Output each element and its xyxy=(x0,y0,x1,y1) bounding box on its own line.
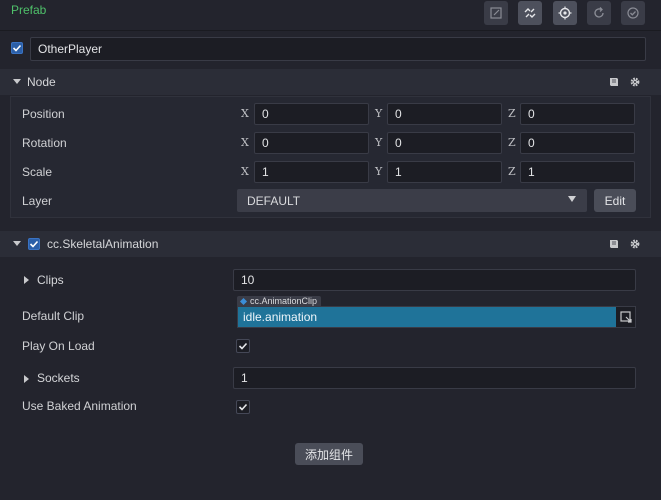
scale-y-input[interactable]: 1 xyxy=(387,161,502,183)
play-on-load-checkbox[interactable] xyxy=(236,339,250,353)
rotation-y-input[interactable]: 0 xyxy=(387,132,502,154)
asset-picker-icon[interactable] xyxy=(619,310,633,324)
scale-z-value: 1 xyxy=(528,165,535,179)
position-y-axis-label: Y xyxy=(375,107,383,120)
default-clip-asset[interactable]: idle.animation xyxy=(238,307,616,327)
rotation-y-value: 0 xyxy=(395,136,402,150)
apply-icon xyxy=(627,7,639,19)
dropdown-arrow-icon[interactable] xyxy=(568,196,576,202)
unlink-button[interactable] xyxy=(518,1,542,25)
node-section-title: Node xyxy=(27,75,56,89)
layer-label: Layer xyxy=(22,194,53,208)
rotation-x-input[interactable]: 0 xyxy=(254,132,369,154)
scale-x-input[interactable]: 1 xyxy=(254,161,369,183)
node-section-header[interactable] xyxy=(0,69,661,95)
locate-icon xyxy=(558,6,572,20)
expand-triangle-icon[interactable] xyxy=(24,276,29,284)
position-x-value: 0 xyxy=(262,107,269,121)
checkmark-icon xyxy=(238,342,248,350)
settings-gear-icon[interactable] xyxy=(629,238,641,253)
checkmark-icon xyxy=(238,403,248,411)
position-label: Position xyxy=(22,107,65,121)
unlink-icon xyxy=(524,8,536,18)
play-on-load-label: Play On Load xyxy=(22,339,95,353)
help-doc-icon[interactable] xyxy=(608,76,620,91)
rotation-z-input[interactable]: 0 xyxy=(520,132,635,154)
sockets-label: Sockets xyxy=(37,371,80,385)
default-clip-value: idle.animation xyxy=(243,310,318,324)
layer-select[interactable]: DEFAULT xyxy=(237,189,587,212)
position-z-axis-label: Z xyxy=(508,107,516,120)
revert-icon xyxy=(594,7,604,18)
clips-label: Clips xyxy=(37,273,64,287)
position-z-input[interactable]: 0 xyxy=(520,103,635,125)
sockets-count-input[interactable]: 1 xyxy=(233,367,636,389)
component-title: cc.SkeletalAnimation xyxy=(47,237,159,251)
position-y-value: 0 xyxy=(395,107,402,121)
prefab-title: Prefab xyxy=(11,3,47,17)
sockets-count-value: 1 xyxy=(241,371,248,385)
node-name-input[interactable]: OtherPlayer xyxy=(30,37,646,61)
position-z-value: 0 xyxy=(528,107,535,121)
scale-y-value: 1 xyxy=(395,165,402,179)
default-clip-label: Default Clip xyxy=(22,309,85,323)
scale-label: Scale xyxy=(22,165,53,179)
scale-z-input[interactable]: 1 xyxy=(520,161,635,183)
add-component-button[interactable]: 添加组件 xyxy=(295,443,363,465)
rotation-x-axis-label: X xyxy=(241,136,249,149)
revert-button[interactable] xyxy=(587,1,611,25)
scale-y-axis-label: Y xyxy=(375,165,383,178)
edit-icon xyxy=(490,7,502,19)
layer-edit-label: Edit xyxy=(604,193,626,208)
use-baked-animation-label: Use Baked Animation xyxy=(22,399,137,413)
add-component-label: 添加组件 xyxy=(304,447,353,462)
node-active-checkbox[interactable] xyxy=(11,42,23,54)
rotation-x-value: 0 xyxy=(262,136,269,150)
clips-count-value: 10 xyxy=(241,273,255,287)
settings-gear-icon[interactable] xyxy=(629,76,641,91)
node-name-value: OtherPlayer xyxy=(38,42,103,56)
edit-button[interactable] xyxy=(484,1,508,25)
asset-diamond-icon xyxy=(239,297,248,306)
checkmark-icon xyxy=(12,44,22,52)
apply-button[interactable] xyxy=(621,1,645,25)
scale-x-axis-label: X xyxy=(241,165,249,178)
locate-button[interactable] xyxy=(553,1,577,25)
rotation-y-axis-label: Y xyxy=(375,136,383,149)
help-doc-icon[interactable] xyxy=(608,238,620,253)
scale-z-axis-label: Z xyxy=(508,165,516,178)
layer-edit-button[interactable]: Edit xyxy=(594,189,636,212)
rotation-z-value: 0 xyxy=(528,136,535,150)
checkmark-icon xyxy=(29,240,39,248)
collapse-triangle-icon[interactable] xyxy=(13,241,21,246)
component-enabled-checkbox[interactable] xyxy=(28,238,40,250)
expand-triangle-icon[interactable] xyxy=(24,375,29,383)
position-x-input[interactable]: 0 xyxy=(254,103,369,125)
rotation-z-axis-label: Z xyxy=(508,136,516,149)
use-baked-animation-checkbox[interactable] xyxy=(236,400,250,414)
position-y-input[interactable]: 0 xyxy=(387,103,502,125)
collapse-triangle-icon[interactable] xyxy=(13,79,21,84)
scale-x-value: 1 xyxy=(262,165,269,179)
rotation-label: Rotation xyxy=(22,136,67,150)
position-x-axis-label: X xyxy=(241,107,249,120)
clips-count-input[interactable]: 10 xyxy=(233,269,636,291)
layer-select-value: DEFAULT xyxy=(247,193,301,208)
